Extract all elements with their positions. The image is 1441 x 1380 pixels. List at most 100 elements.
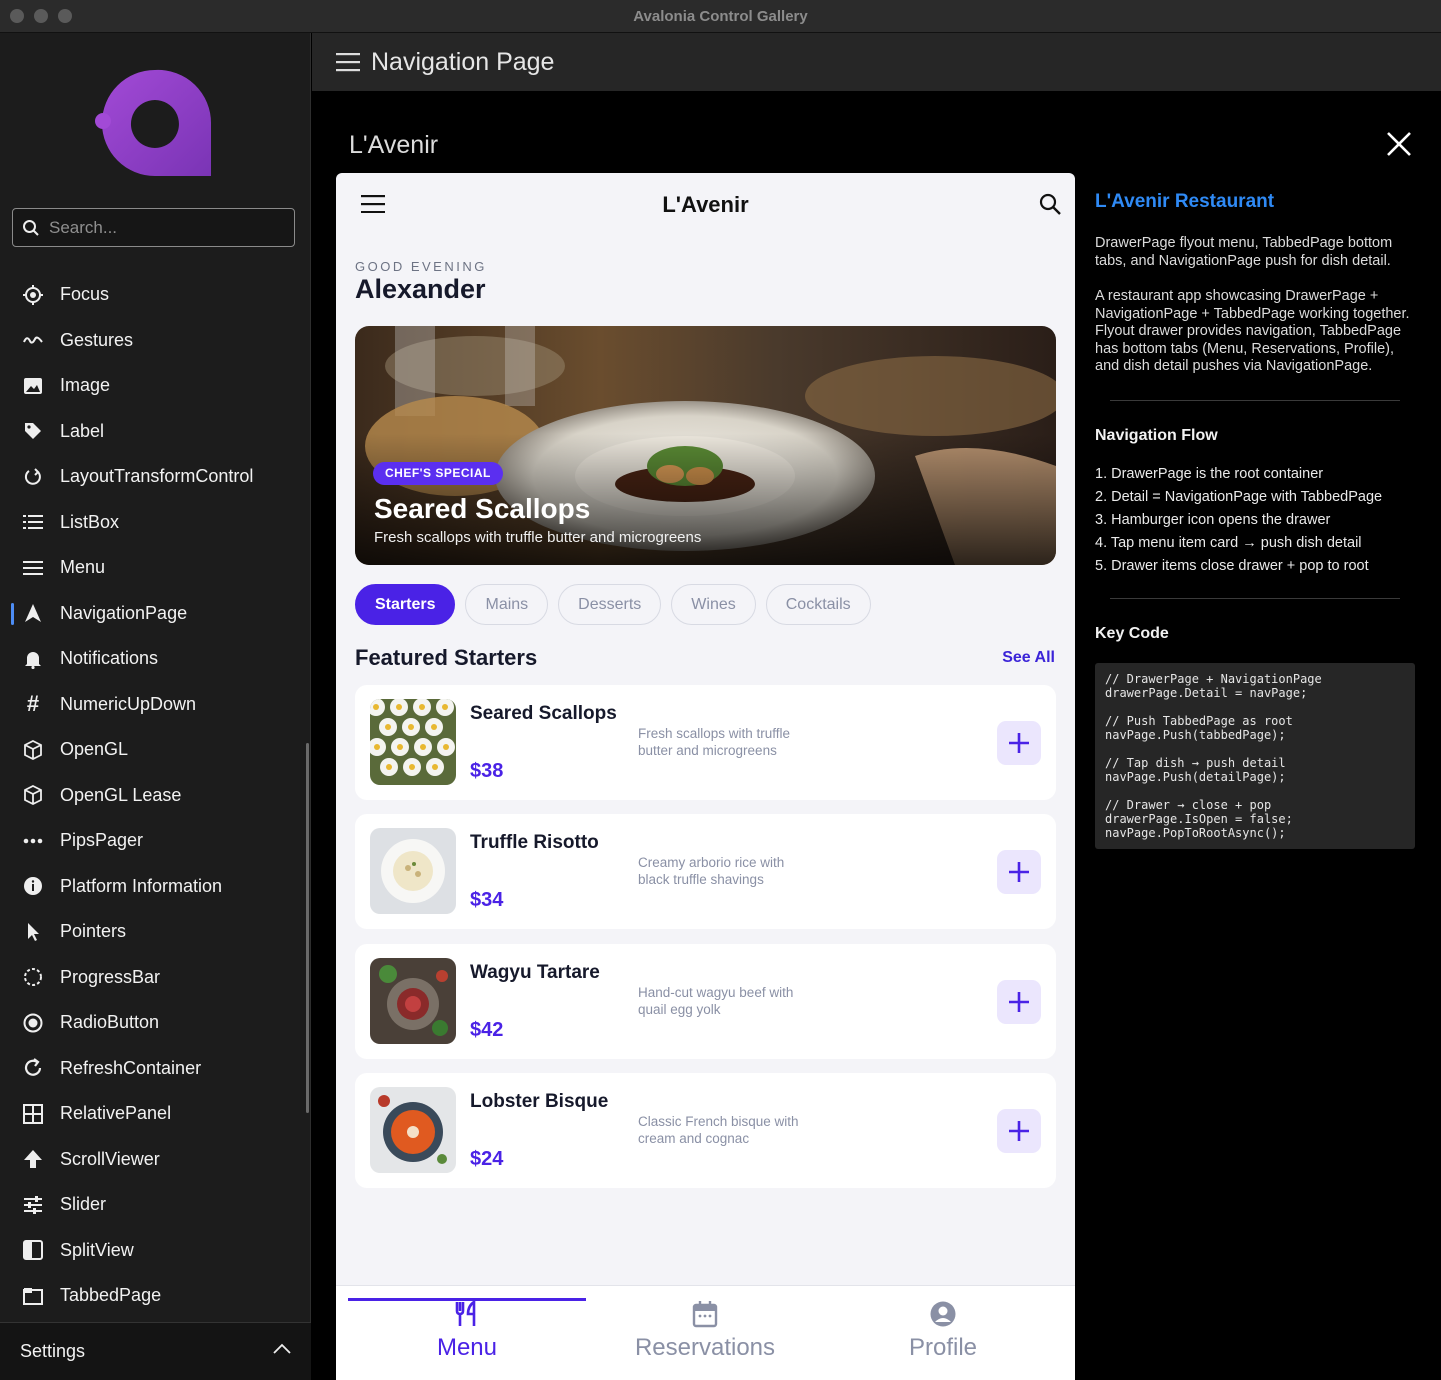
- dish-thumbnail: [370, 1087, 456, 1173]
- progress-ring-icon: [22, 966, 44, 988]
- bell-icon: [22, 648, 44, 670]
- bottom-tab-profile[interactable]: Profile: [824, 1286, 1062, 1380]
- add-to-order-button[interactable]: [997, 980, 1041, 1024]
- sidebar-item-label: Notifications: [60, 648, 159, 669]
- sidebar-item-scrollviewer[interactable]: ScrollViewer: [0, 1137, 305, 1183]
- grid-icon: [22, 1103, 44, 1125]
- sidebar-item-listbox[interactable]: ListBox: [0, 500, 305, 546]
- sidebar-item-label: TabbedPage: [60, 1285, 162, 1306]
- sidebar-item-label[interactable]: Label: [0, 409, 305, 455]
- sidebar-item-slider[interactable]: Slider: [0, 1182, 305, 1228]
- sidebar-item-label: ProgressBar: [60, 966, 161, 987]
- sidebar-item-radiobutton[interactable]: RadioButton: [0, 1000, 305, 1046]
- sidebar-item-pipspager[interactable]: PipsPager: [0, 818, 305, 864]
- content-area: L'Avenir L'Avenir GOOD EVENING Alexander: [312, 91, 1441, 1380]
- plus-icon: [1009, 733, 1029, 753]
- sidebar-item-menu[interactable]: Menu: [0, 545, 305, 591]
- sidebar-item-label: Label: [60, 420, 105, 441]
- app-title: L'Avenir: [662, 192, 749, 217]
- dish-description: Creamy arborio rice with black truffle s…: [638, 855, 785, 887]
- sidebar: Focus Gestures Image Label LayoutTransformCo…: [0, 33, 311, 1380]
- main-header: Navigation Page: [312, 33, 1441, 91]
- label-tag-icon: [22, 420, 44, 442]
- dish-description: Classic French bisque with cream and cog…: [638, 1114, 799, 1146]
- add-to-order-button[interactable]: [997, 721, 1041, 765]
- sidebar-item-gestures[interactable]: Gestures: [0, 318, 305, 364]
- navigation-flow-title: Navigation Flow: [1095, 426, 1218, 444]
- window-titlebar: Avalonia Control Gallery: [0, 0, 1441, 33]
- dish-thumbnail: [370, 828, 456, 914]
- app-search-icon[interactable]: [1039, 193, 1061, 215]
- category-tab-desserts[interactable]: Desserts: [558, 584, 662, 625]
- page-title: L'Avenir: [349, 131, 439, 159]
- search-box[interactable]: [12, 208, 295, 247]
- bottom-tab-bar: Menu Reservations Profile: [336, 1285, 1075, 1380]
- sidebar-item-focus[interactable]: Focus: [0, 272, 305, 318]
- menu-icon: [22, 557, 44, 579]
- chefs-special-banner[interactable]: CHEF'S SPECIAL Seared Scallops Fresh sca…: [355, 326, 1056, 565]
- sidebar-item-opengl-lease[interactable]: OpenGL Lease: [0, 773, 305, 819]
- bottom-tab-label: Profile: [908, 1334, 978, 1361]
- sidebar-item-opengl[interactable]: OpenGL: [0, 727, 305, 773]
- info-panel: L'Avenir Restaurant DrawerPage flyout me…: [1095, 191, 1415, 849]
- hero-subtitle: Fresh scallops with truffle butter and m…: [374, 529, 702, 546]
- sidebar-scrollbar[interactable]: [306, 743, 309, 1113]
- sidebar-item-label: Focus: [60, 284, 110, 305]
- sidebar-item-numericupdown[interactable]: # NumericUpDown: [0, 682, 305, 728]
- sidebar-item-tabbedpage[interactable]: TabbedPage: [0, 1273, 305, 1319]
- tab-icon: [22, 1285, 44, 1307]
- dish-card-wagyu-tartare[interactable]: Wagyu Tartare Hand-cut wagyu beef with qu…: [355, 944, 1056, 1059]
- utensils-icon: [455, 1300, 476, 1326]
- sidebar-item-image[interactable]: Image: [0, 363, 305, 409]
- bottom-tab-reservations[interactable]: Reservations: [586, 1286, 824, 1380]
- sidebar-item-notifications[interactable]: Notifications: [0, 636, 305, 682]
- sidebar-item-navigationpage[interactable]: NavigationPage: [0, 591, 305, 637]
- cursor-icon: [22, 921, 44, 943]
- chefs-special-badge: CHEF'S SPECIAL: [373, 462, 503, 485]
- hamburger-icon[interactable]: [336, 52, 360, 72]
- sidebar-item-relativepanel[interactable]: RelativePanel: [0, 1091, 305, 1137]
- sidebar-item-label: Platform Information: [60, 875, 223, 896]
- dish-card-lobster-bisque[interactable]: Lobster Bisque Classic French bisque with…: [355, 1073, 1056, 1188]
- sidebar-item-label: RadioButton: [60, 1012, 160, 1033]
- category-tab-starters[interactable]: Starters: [355, 584, 456, 625]
- category-tab-wines[interactable]: Wines: [671, 584, 756, 625]
- dish-card-seared-scallops[interactable]: Seared Scallops Fresh scallops with truff…: [355, 685, 1056, 800]
- category-tab-mains[interactable]: Mains: [465, 584, 549, 625]
- dish-thumbnail: [370, 958, 456, 1044]
- plus-icon: [1009, 992, 1029, 1012]
- sidebar-item-platform-information[interactable]: Platform Information: [0, 864, 305, 910]
- sidebar-item-label: Menu: [60, 557, 106, 578]
- sidebar-item-label: RelativePanel: [60, 1103, 172, 1124]
- dots-icon: [22, 830, 44, 852]
- sidebar-item-splitview[interactable]: SplitView: [0, 1228, 305, 1274]
- sidebar-item-pointers[interactable]: Pointers: [0, 909, 305, 955]
- chevron-up-icon: [273, 1343, 291, 1354]
- dish-price: $38: [470, 760, 504, 782]
- sidebar-item-refreshcontainer[interactable]: RefreshContainer: [0, 1046, 305, 1092]
- sidebar-item-label: PipsPager: [60, 830, 144, 851]
- splitview-icon: [22, 1239, 44, 1261]
- radio-icon: [22, 1012, 44, 1034]
- sidebar-item-label: SplitView: [60, 1239, 134, 1260]
- category-tab-cocktails[interactable]: Cocktails: [765, 584, 871, 625]
- sidebar-item-progressbar[interactable]: ProgressBar: [0, 955, 305, 1001]
- navigation-flow-step: 1. DrawerPage is the root container: [1095, 465, 1324, 482]
- navigation-flow-step: 3. Hamburger icon opens the drawer: [1095, 511, 1331, 528]
- settings-button[interactable]: Settings: [0, 1322, 311, 1380]
- dish-description: Hand-cut wagyu beef with quail egg yolk: [638, 985, 794, 1017]
- see-all-link[interactable]: See All: [1002, 649, 1055, 667]
- search-input[interactable]: [49, 209, 289, 246]
- window-title: Avalonia Control Gallery: [633, 8, 808, 25]
- bottom-tab-menu[interactable]: Menu: [348, 1286, 586, 1380]
- sidebar-item-layouttransformcontrol[interactable]: LayoutTransformControl: [0, 454, 305, 500]
- sidebar-item-label: LayoutTransformControl: [60, 466, 254, 487]
- sidebar-item-label: Slider: [60, 1194, 107, 1215]
- add-to-order-button[interactable]: [997, 850, 1041, 894]
- focus-icon: [22, 284, 44, 306]
- section-title: Featured Starters: [355, 645, 538, 670]
- dish-price: $24: [470, 1148, 504, 1170]
- dish-card-truffle-risotto[interactable]: Truffle Risotto Creamy arborio rice with …: [355, 814, 1056, 929]
- close-icon[interactable]: [1384, 129, 1414, 159]
- add-to-order-button[interactable]: [997, 1109, 1041, 1153]
